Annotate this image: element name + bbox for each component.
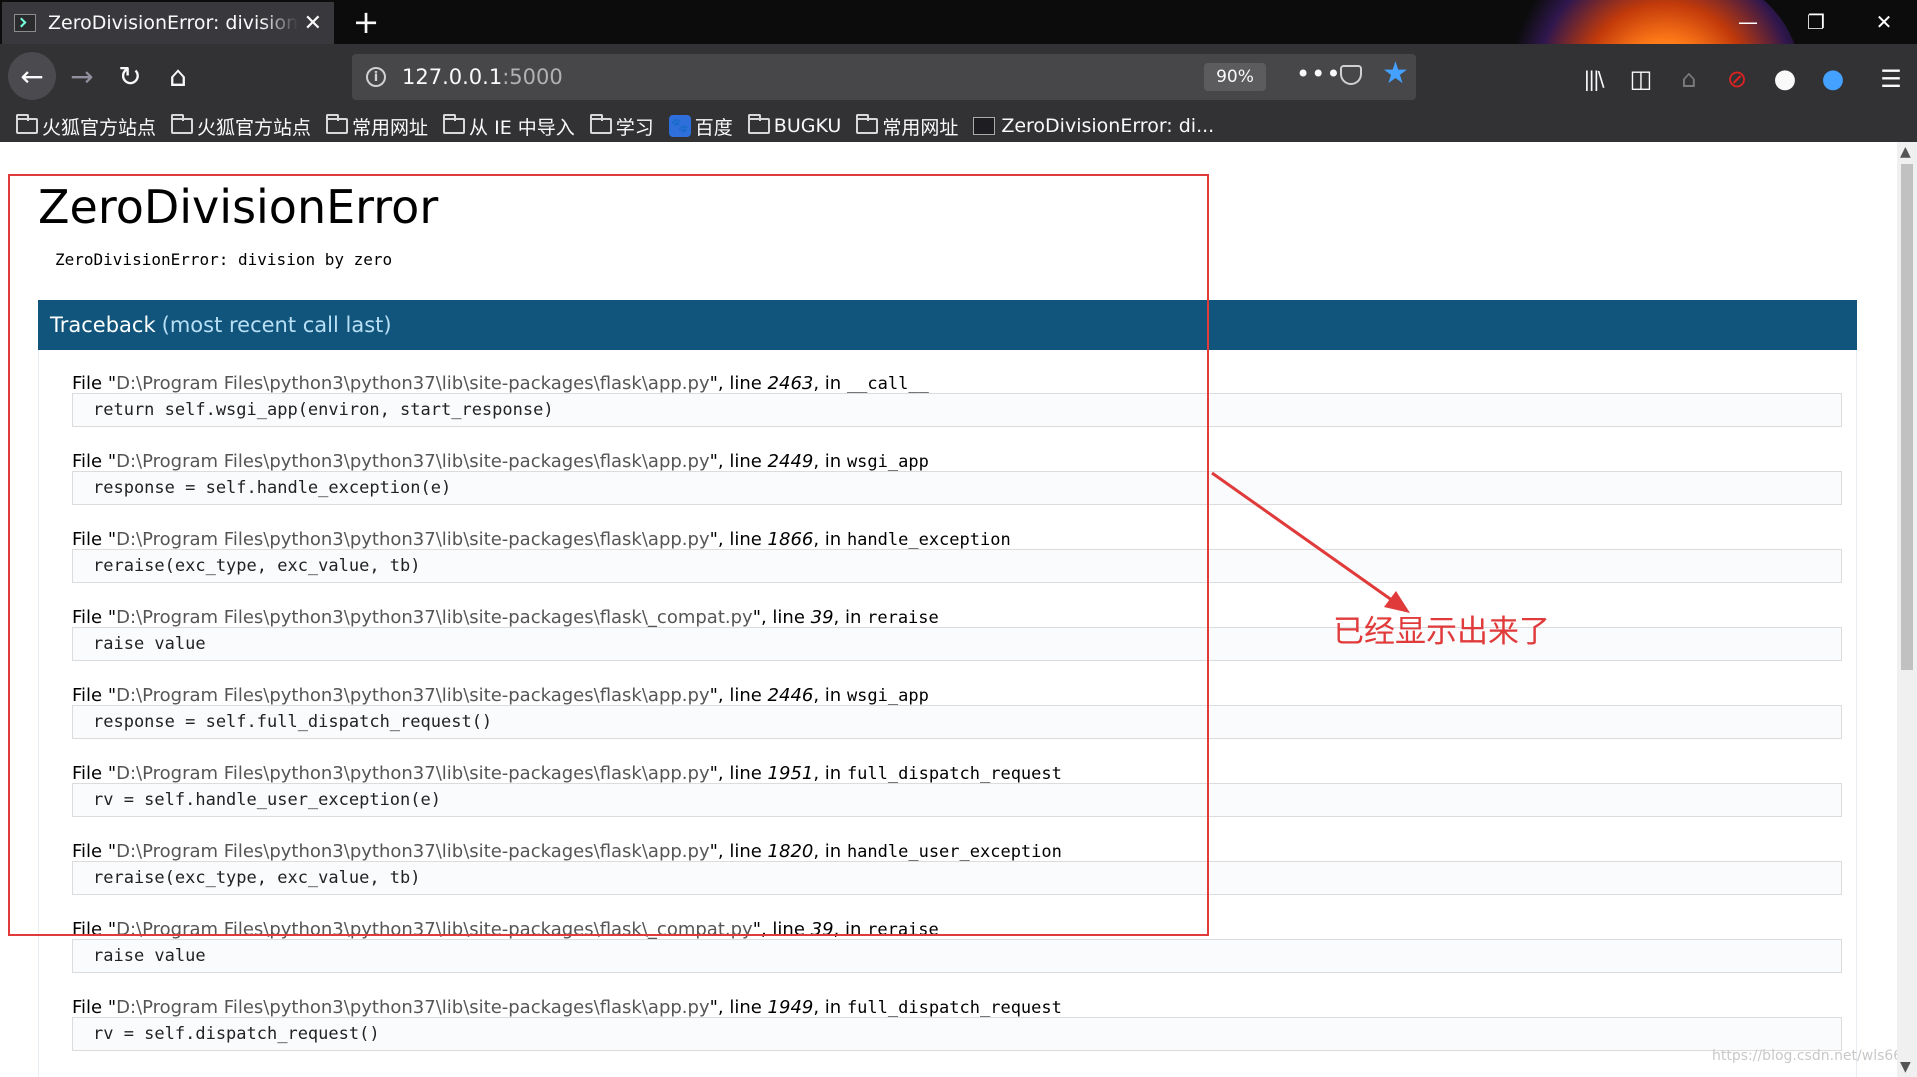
nav-bar: ← → ↻ ⌂ i 127.0.0.1:5000 90% ••• ★ |||\ …	[0, 44, 1917, 110]
folder-icon	[856, 114, 879, 134]
bookmark-item[interactable]: 火狐官方站点	[171, 113, 311, 140]
address-bar[interactable]: i 127.0.0.1:5000 90% ••• ★	[352, 54, 1416, 100]
scroll-down-icon[interactable]: ▼	[1900, 1059, 1911, 1075]
folder-icon	[16, 114, 38, 134]
folder-icon	[326, 114, 349, 134]
bookmark-item[interactable]: ZeroDivisionError: di...	[973, 115, 1214, 137]
vertical-scrollbar[interactable]: ▲ ▼	[1897, 142, 1917, 1077]
reload-button[interactable]: ↻	[106, 52, 154, 100]
folder-icon	[747, 114, 770, 134]
library-icon[interactable]: |||\	[1578, 64, 1608, 94]
scroll-up-icon[interactable]: ▲	[1900, 144, 1911, 160]
bookmark-item[interactable]: 从 IE 中导入	[443, 113, 575, 140]
bookmark-label: 学习	[615, 116, 654, 139]
active-tab[interactable]: ZeroDivisionError: division b ✕	[2, 2, 334, 44]
restore-button[interactable]: ❐	[1784, 0, 1848, 44]
bookmark-item[interactable]: 火狐官方站点	[16, 113, 156, 140]
account-icon[interactable]: ●	[1770, 64, 1800, 94]
forward-button[interactable]: →	[58, 52, 106, 100]
pocket-icon[interactable]	[1340, 65, 1362, 85]
back-button[interactable]: ←	[8, 52, 56, 100]
frame-line-number: 1949	[767, 997, 814, 1018]
bookmark-star-icon[interactable]: ★	[1382, 56, 1409, 91]
annotation-arrow-icon	[1211, 471, 1410, 613]
traceback-frame-line[interactable]: File "D:\Program Files\python3\python37\…	[72, 997, 1062, 1018]
bookmark-label: 常用网址	[882, 116, 959, 139]
bookmark-label: ZeroDivisionError: di...	[1001, 115, 1215, 137]
tab-title: ZeroDivisionError: division b	[48, 12, 298, 34]
tab-bar: ZeroDivisionError: division b ✕ + — ❐ ✕	[0, 0, 1917, 44]
frame-in-label: , in	[813, 997, 847, 1018]
folder-icon	[589, 114, 612, 134]
bookmark-label: 火狐官方站点	[42, 116, 157, 139]
url-text[interactable]: 127.0.0.1:5000	[402, 65, 563, 89]
url-host: 127.0.0.1	[402, 65, 503, 89]
new-tab-button[interactable]: +	[346, 2, 386, 42]
page-content: ZeroDivisionError ZeroDivisionError: div…	[0, 142, 1897, 1077]
annotation-text: 已经显示出来了	[1333, 614, 1550, 650]
terminal-icon	[973, 117, 996, 135]
extension-icon[interactable]: ⌂	[1674, 64, 1704, 94]
sidebar-icon[interactable]: ◫	[1626, 64, 1656, 94]
tab-close-icon[interactable]: ✕	[304, 11, 322, 36]
bookmark-item[interactable]: 常用网址	[856, 113, 958, 140]
baidu-paw-icon: 🐾	[668, 115, 691, 137]
frame-function: full_dispatch_request	[846, 998, 1062, 1018]
frame-file-path: D:\Program Files\python3\python37\lib\si…	[116, 997, 710, 1018]
bookmark-label: 火狐官方站点	[197, 116, 312, 139]
frame-line-label: , line	[717, 997, 768, 1018]
annotation-red-box	[8, 174, 1209, 936]
bookmark-item[interactable]: BUGKU	[747, 114, 842, 137]
terminal-favicon-icon	[14, 14, 36, 32]
minimize-button[interactable]: —	[1716, 0, 1780, 44]
frame-file-label: File	[72, 997, 108, 1018]
scroll-thumb[interactable]	[1901, 164, 1913, 670]
watermark: https://blog.csdn.net/wls666	[1712, 1048, 1897, 1064]
window-close-button[interactable]: ✕	[1852, 0, 1916, 44]
bookmark-item[interactable]: 常用网址	[326, 113, 428, 140]
bookmark-item[interactable]: 学习	[589, 113, 654, 140]
folder-icon	[171, 114, 194, 134]
bookmark-label: BUGKU	[773, 115, 842, 137]
page-actions-icon[interactable]: •••	[1296, 60, 1341, 88]
bookmark-label: 从 IE 中导入	[469, 116, 575, 139]
menu-icon[interactable]: ☰	[1876, 64, 1906, 94]
block-icon[interactable]: ⊘	[1722, 64, 1752, 94]
zoom-indicator[interactable]: 90%	[1204, 63, 1266, 91]
bookmark-label: 常用网址	[352, 116, 429, 139]
home-button[interactable]: ⌂	[154, 52, 202, 100]
frame-quote: "	[709, 997, 718, 1018]
frame-source-line[interactable]: raise value	[72, 939, 1842, 973]
folder-icon	[443, 114, 466, 134]
frame-quote: "	[107, 997, 117, 1018]
url-port: :5000	[502, 65, 563, 89]
bookmark-item[interactable]: 🐾 百度	[668, 113, 733, 140]
frame-source-line[interactable]: rv = self.dispatch_request()	[72, 1017, 1842, 1051]
bookmark-label: 百度	[694, 116, 733, 139]
bookmarks-bar: 火狐官方站点 火狐官方站点 常用网址 从 IE 中导入 学习 🐾 百度 BUGKU 常用网址 Ze…	[0, 110, 1917, 142]
site-info-icon[interactable]: i	[366, 67, 386, 87]
sync-icon[interactable]: ●	[1818, 64, 1848, 94]
